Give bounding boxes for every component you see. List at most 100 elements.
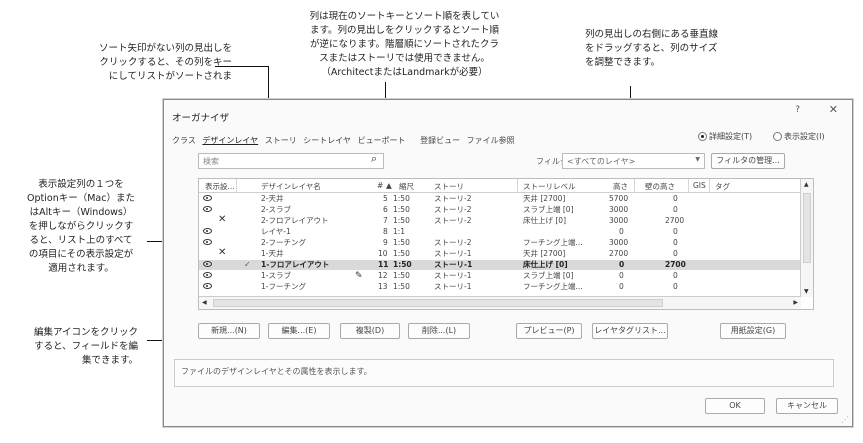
resize-grip-icon[interactable]: ⋰ xyxy=(841,415,849,424)
layer-story: ストーリ-2 xyxy=(434,216,472,225)
visible-eye-icon[interactable] xyxy=(203,239,212,245)
tab-stories[interactable]: ストーリ xyxy=(265,136,297,145)
radio-visibility[interactable]: 表示設定(I) xyxy=(773,131,825,142)
scroll-thumb[interactable] xyxy=(803,193,811,263)
delete-button[interactable]: 削除...(L) xyxy=(408,323,470,339)
col-header-number[interactable]: # xyxy=(377,181,383,190)
page-setup-button[interactable]: 用紙設定(G) xyxy=(720,323,786,339)
layer-number: 9 xyxy=(383,238,388,247)
layer-story: ストーリ-1 xyxy=(434,260,473,269)
scroll-thumb[interactable] xyxy=(213,299,663,307)
radio-detailed-label: 詳細設定(T) xyxy=(709,132,753,141)
table-row[interactable]: 2-スラブ 6 1:50 ストーリ-2 スラブ上端 [0] 3000 0 xyxy=(199,205,801,215)
column-divider[interactable] xyxy=(688,179,689,193)
scroll-right-icon[interactable]: ▶ xyxy=(793,299,798,306)
table-row[interactable]: レイヤ-1 8 1:1 0 0 xyxy=(199,227,801,237)
layer-height: 0 xyxy=(619,271,624,280)
close-icon[interactable]: ✕ xyxy=(829,103,838,116)
column-divider[interactable] xyxy=(709,179,710,193)
visible-eye-icon[interactable] xyxy=(203,195,212,201)
vertical-scrollbar[interactable]: ▲ ▼ xyxy=(800,179,813,297)
filter-select[interactable]: <すべてのレイヤ> ▼ xyxy=(562,153,705,169)
col-header-height[interactable]: 高さ xyxy=(613,181,628,192)
search-icon[interactable]: ⌕ xyxy=(371,152,377,166)
layer-number: 8 xyxy=(383,227,388,236)
col-header-story[interactable]: ストーリ xyxy=(434,181,464,192)
table-row[interactable]: ✕ 1-天井 10 1:50 ストーリ-1 天井 [2700] 2700 0 xyxy=(199,248,801,259)
layer-height: 3000 xyxy=(609,238,629,247)
tab-saved-views[interactable]: 登録ビュー xyxy=(420,136,460,145)
hidden-x-icon[interactable]: ✕ xyxy=(218,248,226,258)
preview-button[interactable]: プレビュー(P) xyxy=(516,323,582,339)
layer-scale: 1:50 xyxy=(393,260,412,269)
table-header: 表示設... デザインレイヤ名 # ▲ 縮尺 ストーリ ストーリレベル 高さ 壁… xyxy=(199,179,801,193)
layer-scale: 1:50 xyxy=(393,216,410,225)
layer-story: ストーリ-1 xyxy=(434,282,472,291)
tab-references[interactable]: ファイル参照 xyxy=(467,136,515,145)
ok-button[interactable]: OK xyxy=(705,398,765,414)
col-header-gis[interactable]: GIS xyxy=(693,181,706,190)
edit-pencil-icon[interactable]: ✎ xyxy=(355,271,363,281)
hidden-x-icon[interactable]: ✕ xyxy=(218,215,226,225)
tab-classes[interactable]: クラス xyxy=(172,136,196,145)
layer-story: ストーリ-2 xyxy=(434,205,472,214)
layer-story-level: 床仕上げ [0] xyxy=(523,260,568,269)
layer-table: 表示設... デザインレイヤ名 # ▲ 縮尺 ストーリ ストーリレベル 高さ 壁… xyxy=(198,178,814,310)
layer-number: 11 xyxy=(378,260,389,269)
scroll-left-icon[interactable]: ◀ xyxy=(202,299,207,306)
visible-eye-icon[interactable] xyxy=(203,261,212,267)
layer-height: 0 xyxy=(619,227,624,236)
table-row[interactable]: 1-フーチング 13 1:50 ストーリ-1 フーチング上端... 0 0 xyxy=(199,282,801,292)
radio-detailed[interactable]: 詳細設定(T) xyxy=(698,131,752,142)
layer-tag-list-button[interactable]: レイヤタグリスト... xyxy=(592,323,668,339)
layer-scale: 1:50 xyxy=(393,282,410,291)
tab-bar: クラス デザインレイヤ ストーリ シートレイヤ ビューポート 登録ビュー ファイ… xyxy=(172,135,519,146)
sort-ascending-icon[interactable]: ▲ xyxy=(386,181,392,190)
layer-story-level: 床仕上げ [0] xyxy=(523,216,567,225)
help-icon[interactable]: ? xyxy=(795,105,800,115)
layer-story: ストーリ-1 xyxy=(434,249,472,258)
callout-visibility: 表示設定列の１つを Optionキー（Mac）また はAltキー（Windows… xyxy=(27,179,135,274)
filter-select-value: <すべてのレイヤ> xyxy=(567,157,636,166)
duplicate-button[interactable]: 複製(D) xyxy=(340,323,400,339)
edit-button[interactable]: 編集...(E) xyxy=(268,323,330,339)
visible-eye-icon[interactable] xyxy=(203,283,212,289)
col-header-story-level[interactable]: ストーリレベル xyxy=(523,181,576,192)
column-divider[interactable] xyxy=(634,179,635,193)
col-header-tag[interactable]: タグ xyxy=(715,181,730,192)
dialog-title: オーガナイザ xyxy=(172,113,230,124)
description-panel: ファイルのデザインレイヤとその属性を表示します。 xyxy=(174,359,834,387)
active-layer-check-icon: ✓ xyxy=(244,260,251,269)
layer-number: 10 xyxy=(378,249,388,258)
column-divider[interactable] xyxy=(236,179,237,193)
filter-manage-button[interactable]: フィルタの管理... xyxy=(711,153,785,169)
col-header-scale[interactable]: 縮尺 xyxy=(399,181,414,192)
col-header-wall-height[interactable]: 壁の高さ xyxy=(645,181,675,192)
layer-story-level: フーチング上端... xyxy=(523,282,583,291)
col-header-visibility[interactable]: 表示設... xyxy=(205,181,235,192)
col-header-layer-name[interactable]: デザインレイヤ名 xyxy=(261,181,321,192)
layer-wall-height: 0 xyxy=(673,282,678,291)
new-button[interactable]: 新規...(N) xyxy=(198,323,260,339)
cancel-button[interactable]: キャンセル xyxy=(776,398,838,414)
tab-design-layers[interactable]: デザインレイヤ xyxy=(202,136,258,145)
layer-scale: 1:50 xyxy=(393,271,410,280)
search-input[interactable]: 検索 xyxy=(198,153,384,169)
scroll-down-icon[interactable]: ▼ xyxy=(804,288,809,295)
table-row[interactable]: 2-天井 5 1:50 ストーリ-2 天井 [2700] 5700 0 xyxy=(199,194,801,204)
table-row[interactable]: 2-フーチング 9 1:50 ストーリ-2 フーチング上端... 3000 0 xyxy=(199,238,801,248)
tab-sheet-layers[interactable]: シートレイヤ xyxy=(303,136,351,145)
layer-number: 12 xyxy=(378,271,388,280)
horizontal-scrollbar[interactable]: ◀ ▶ xyxy=(199,296,801,309)
visible-eye-icon[interactable] xyxy=(203,272,212,278)
layer-height: 5700 xyxy=(609,194,629,203)
table-row[interactable]: 1-スラブ ✎ 12 1:50 ストーリ-1 スラブ上端 [0] 0 0 xyxy=(199,271,801,281)
column-divider[interactable] xyxy=(517,179,518,193)
layer-story: ストーリ-2 xyxy=(434,194,472,203)
table-row-selected[interactable]: ✓ 1-フロアレイアウト 11 1:50 ストーリ-1 床仕上げ [0] 0 2… xyxy=(199,260,801,270)
visible-eye-icon[interactable] xyxy=(203,228,212,234)
tab-viewports[interactable]: ビューポート xyxy=(358,136,406,145)
scroll-up-icon[interactable]: ▲ xyxy=(804,181,809,188)
table-row[interactable]: ✕ 2-フロアレイアウト 7 1:50 ストーリ-2 床仕上げ [0] 3000… xyxy=(199,215,801,226)
visible-eye-icon[interactable] xyxy=(203,206,212,212)
